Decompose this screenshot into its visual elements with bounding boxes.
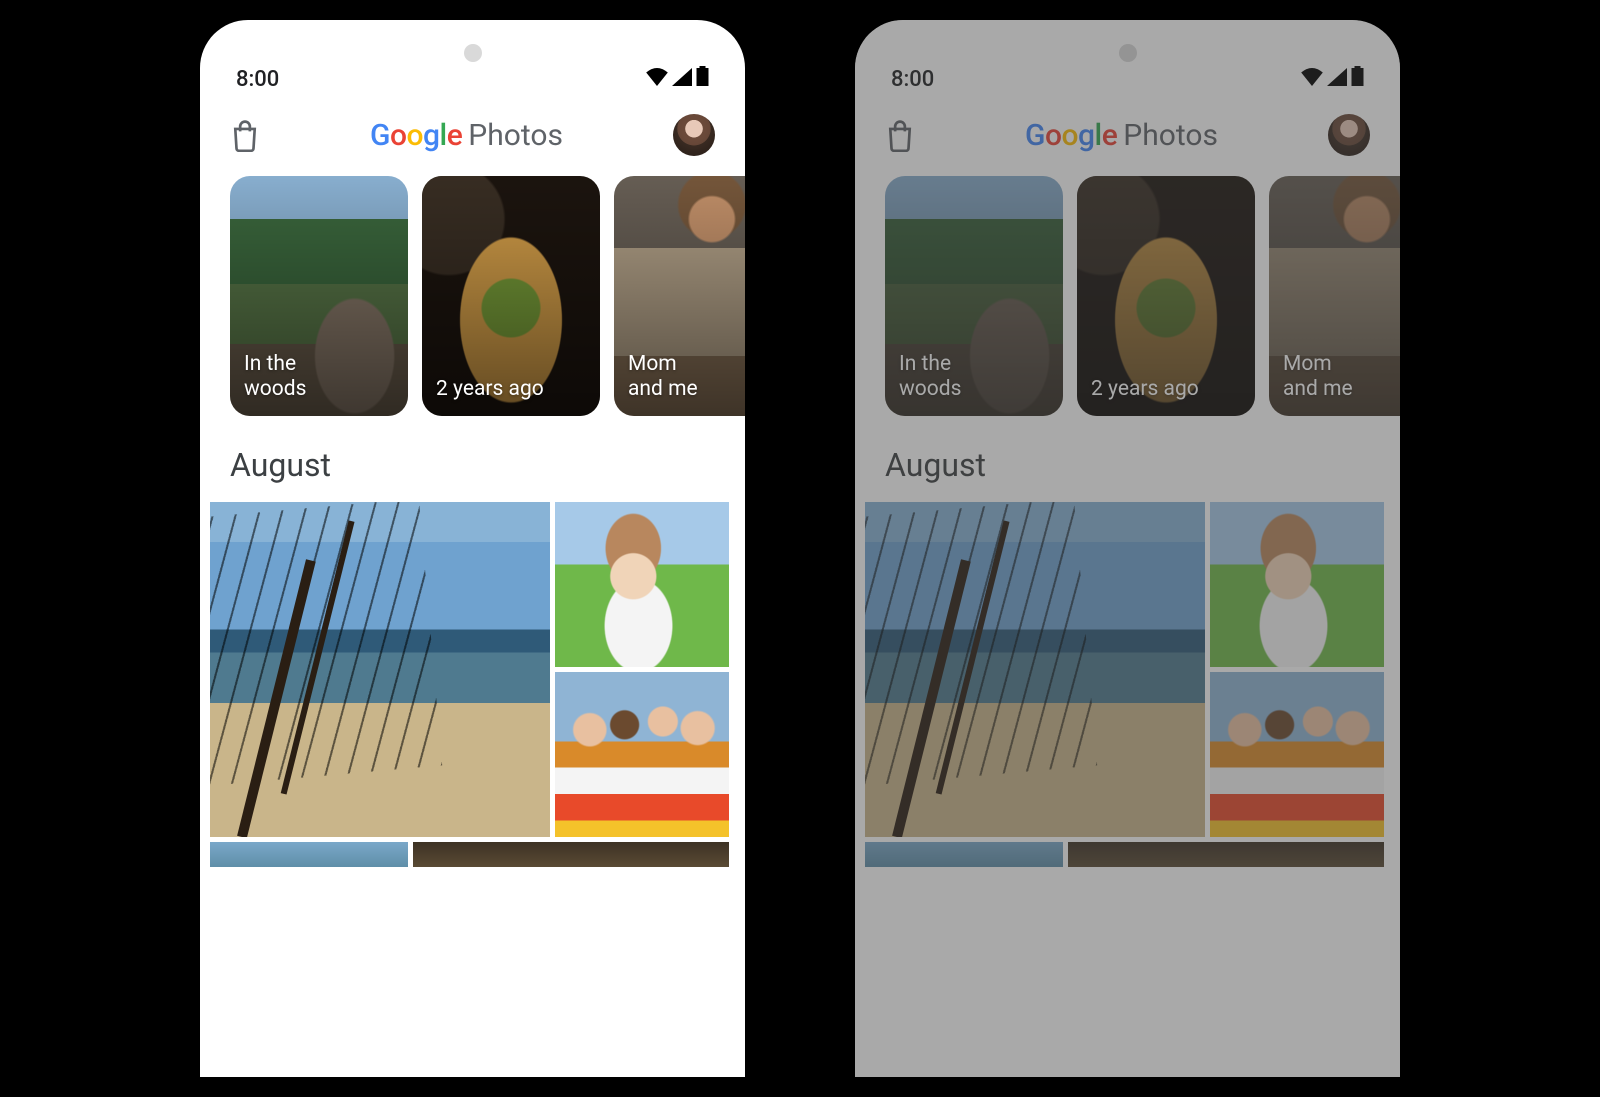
memory-card-2-years-ago[interactable]: 2 years ago [422, 176, 600, 416]
photo-thumbnail-group-friends[interactable] [555, 672, 729, 837]
status-icons [646, 66, 709, 92]
app-title: Google Photos [370, 118, 563, 153]
photos-word: Photos [1123, 118, 1218, 153]
photo-thumbnail-beach-tree[interactable] [210, 502, 550, 837]
photo-grid [855, 502, 1400, 837]
shop-bag-icon[interactable] [885, 118, 915, 152]
memory-card-label: Mom and me [628, 352, 698, 402]
phone-mockup-dimmed: 8:00 Google Photos I [855, 20, 1400, 1077]
memories-carousel[interactable]: In the woods 2 years ago Mom and me [855, 176, 1400, 416]
status-time: 8:00 [236, 67, 279, 92]
photo-thumbnail[interactable] [413, 842, 729, 867]
profile-avatar[interactable] [1328, 114, 1370, 156]
memory-card-mom-and-me[interactable]: Mom and me [1269, 176, 1400, 416]
cellular-signal-icon [1327, 67, 1347, 92]
memory-card-label: 2 years ago [436, 377, 544, 402]
photo-thumbnail-beach-tree[interactable] [865, 502, 1205, 837]
app-header: Google Photos [855, 106, 1400, 176]
memory-card-label: 2 years ago [1091, 377, 1199, 402]
camera-hole [464, 44, 482, 62]
memories-carousel[interactable]: In the woods 2 years ago Mom and me [200, 176, 745, 416]
memory-card-label: In the woods [899, 352, 961, 402]
wifi-icon [646, 67, 668, 92]
wifi-icon [1301, 67, 1323, 92]
cellular-signal-icon [672, 67, 692, 92]
google-logo-text: Google [1025, 118, 1117, 153]
photo-grid [200, 502, 745, 837]
photo-thumbnail-boy-thumbs-up[interactable] [555, 502, 729, 667]
photo-grid-row-2 [855, 837, 1400, 867]
app-header: Google Photos [200, 106, 745, 176]
month-section-header: August [855, 416, 1400, 502]
photo-thumbnail[interactable] [210, 842, 408, 867]
memory-card-mom-and-me[interactable]: Mom and me [614, 176, 745, 416]
battery-icon [1351, 66, 1364, 92]
camera-hole [1119, 44, 1137, 62]
shop-bag-icon[interactable] [230, 118, 260, 152]
memory-card-in-the-woods[interactable]: In the woods [885, 176, 1063, 416]
memory-card-label: In the woods [244, 352, 306, 402]
month-section-header: August [200, 416, 745, 502]
status-icons [1301, 66, 1364, 92]
photo-thumbnail-boy-thumbs-up[interactable] [1210, 502, 1384, 667]
battery-icon [696, 66, 709, 92]
profile-avatar[interactable] [673, 114, 715, 156]
memory-card-label: Mom and me [1283, 352, 1353, 402]
google-logo-text: Google [370, 118, 462, 153]
photos-word: Photos [468, 118, 563, 153]
app-title: Google Photos [1025, 118, 1218, 153]
photo-thumbnail[interactable] [865, 842, 1063, 867]
memory-card-in-the-woods[interactable]: In the woods [230, 176, 408, 416]
photo-thumbnail[interactable] [1068, 842, 1384, 867]
phone-mockup-light: 8:00 Google Photos I [200, 20, 745, 1077]
photo-grid-row-2 [200, 837, 745, 867]
status-time: 8:00 [891, 67, 934, 92]
photo-thumbnail-group-friends[interactable] [1210, 672, 1384, 837]
memory-card-2-years-ago[interactable]: 2 years ago [1077, 176, 1255, 416]
